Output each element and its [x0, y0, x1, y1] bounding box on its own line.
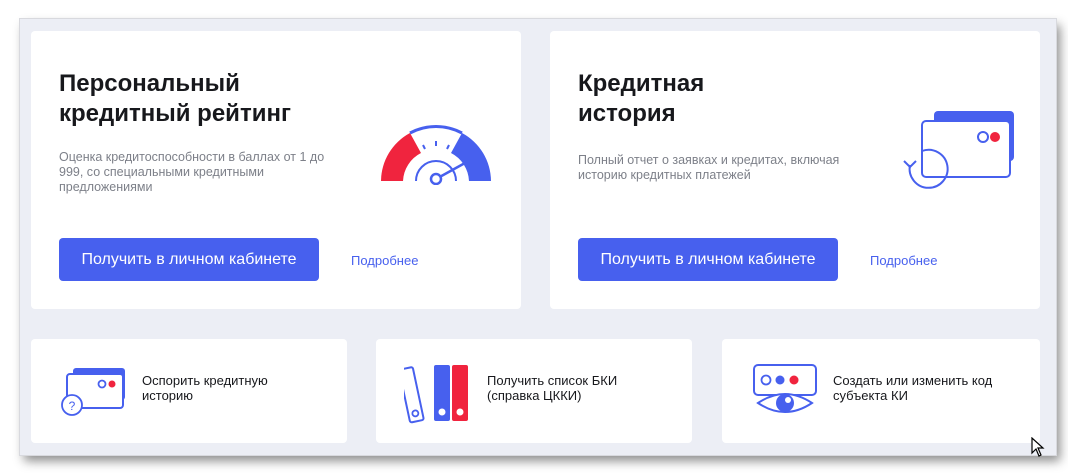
dispute-card-icon: ?: [61, 368, 125, 416]
personal-credit-rating-card[interactable]: Персональный кредитный рейтинг Оценка кр…: [31, 31, 521, 309]
card-title-line: история: [578, 100, 676, 127]
credit-history-card[interactable]: Кредитная история Полный отчет о заявках…: [550, 31, 1040, 309]
more-link[interactable]: Подробнее: [351, 253, 418, 268]
dispute-credit-history-card[interactable]: ? Оспорить кредитную историю: [31, 339, 347, 443]
get-in-account-button[interactable]: Получить в личном кабинете: [578, 238, 838, 281]
svg-text:?: ?: [69, 399, 76, 413]
card-title-line: кредитный рейтинг: [59, 100, 291, 127]
small-card-label: Получить список БКИ (справка ЦККИ): [487, 373, 618, 403]
binders-icon: [404, 365, 468, 424]
more-link[interactable]: Подробнее: [870, 253, 937, 268]
credit-cards-icon: [903, 111, 1014, 189]
subject-code-card[interactable]: Создать или изменить код субъекта КИ: [722, 339, 1040, 443]
card-title: Персональный кредитный рейтинг: [59, 69, 349, 129]
card-title-line: Кредитная: [578, 70, 705, 97]
get-in-account-button[interactable]: Получить в личном кабинете: [59, 238, 319, 281]
card-description: Оценка кредитоспособности в баллах от 1 …: [59, 150, 325, 194]
bki-list-card[interactable]: Получить список БКИ (справка ЦККИ): [376, 339, 692, 443]
small-card-label: Создать или изменить код субъекта КИ: [833, 373, 993, 403]
mouse-pointer-icon: [1031, 437, 1045, 457]
card-title-line: Персональный: [59, 70, 240, 97]
card-title: Кредитная история: [578, 69, 868, 129]
gauge-icon: [381, 125, 491, 185]
card-description: Полный отчет о заявках и кредитах, включ…: [578, 153, 840, 182]
small-card-label: Оспорить кредитную историю: [142, 373, 268, 403]
services-panel: Персональный кредитный рейтинг Оценка кр…: [20, 19, 1056, 455]
eye-code-icon: [753, 364, 817, 413]
